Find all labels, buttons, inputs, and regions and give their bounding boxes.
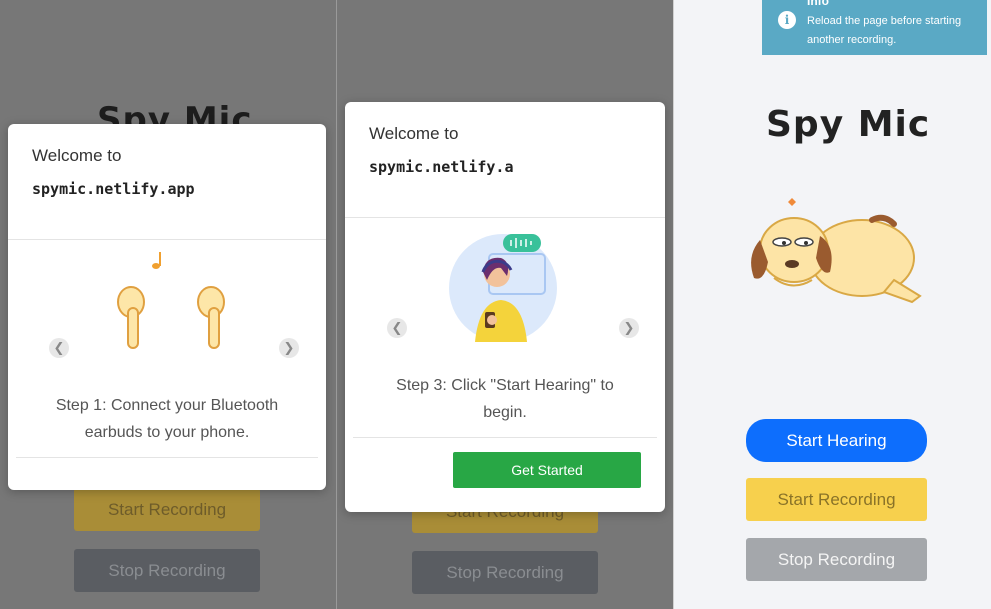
chevron-left-icon[interactable]: ❮ <box>49 338 69 358</box>
start-recording-button[interactable]: Start Recording <box>74 488 260 531</box>
get-started-button[interactable]: Get Started <box>453 452 641 488</box>
chevron-right-icon[interactable]: ❯ <box>619 318 639 338</box>
welcome-text: Welcome to <box>32 146 122 165</box>
chevron-left-icon[interactable]: ❮ <box>387 318 407 338</box>
screenshot-stage: Spy Mic Start Recording Stop Recording W… <box>0 0 991 609</box>
info-icon: i <box>778 11 796 29</box>
step-text: Step 1: Connect your Bluetooth earbuds t… <box>55 397 279 441</box>
earbuds-illustration <box>117 252 225 349</box>
domain-text: spymic.netlify.app <box>32 180 195 198</box>
modal-carousel: ❮ ❯ Step 3: Click "Start Hearing" to beg… <box>353 218 657 438</box>
welcome-modal: Welcome to spymic.netlify.app ❮ ❯ Step 1… <box>8 124 326 490</box>
modal-carousel: ❮ ❯ Step 1: Connect your Bluetooth earbu… <box>16 240 318 458</box>
domain-text: spymic.netlify.a <box>369 158 514 176</box>
start-hearing-button[interactable]: Start Hearing <box>746 419 927 462</box>
toast-title: Info <box>807 0 829 8</box>
info-toast[interactable]: i Info Reload the page before starting a… <box>762 0 987 55</box>
panel-step-3: Start Recording Stop Recording Welcome t… <box>337 0 673 609</box>
welcome-text: Welcome to <box>369 124 459 143</box>
modal-header: Welcome to spymic.netlify.app <box>8 124 326 240</box>
modal-header: Welcome to spymic.netlify.a <box>345 102 665 218</box>
dog-illustration <box>751 198 922 304</box>
stop-recording-button[interactable]: Stop Recording <box>74 549 260 592</box>
stop-recording-button[interactable]: Stop Recording <box>412 551 598 594</box>
panel-step-1: Spy Mic Start Recording Stop Recording W… <box>0 0 336 609</box>
app-title: Spy Mic <box>766 104 931 145</box>
person-listening-illustration <box>449 234 557 342</box>
panel-main: Spy Mic Start Hearing Start Recording St… <box>674 0 991 609</box>
welcome-modal: Welcome to spymic.netlify.a ❮ ❯ Step 3: … <box>345 102 665 512</box>
chevron-right-icon[interactable]: ❯ <box>279 338 299 358</box>
step-text: Step 3: Click "Start Hearing" to begin. <box>396 377 614 421</box>
toast-message: Reload the page before starting another … <box>807 15 962 46</box>
start-recording-button[interactable]: Start Recording <box>746 478 927 521</box>
stop-recording-button[interactable]: Stop Recording <box>746 538 927 581</box>
